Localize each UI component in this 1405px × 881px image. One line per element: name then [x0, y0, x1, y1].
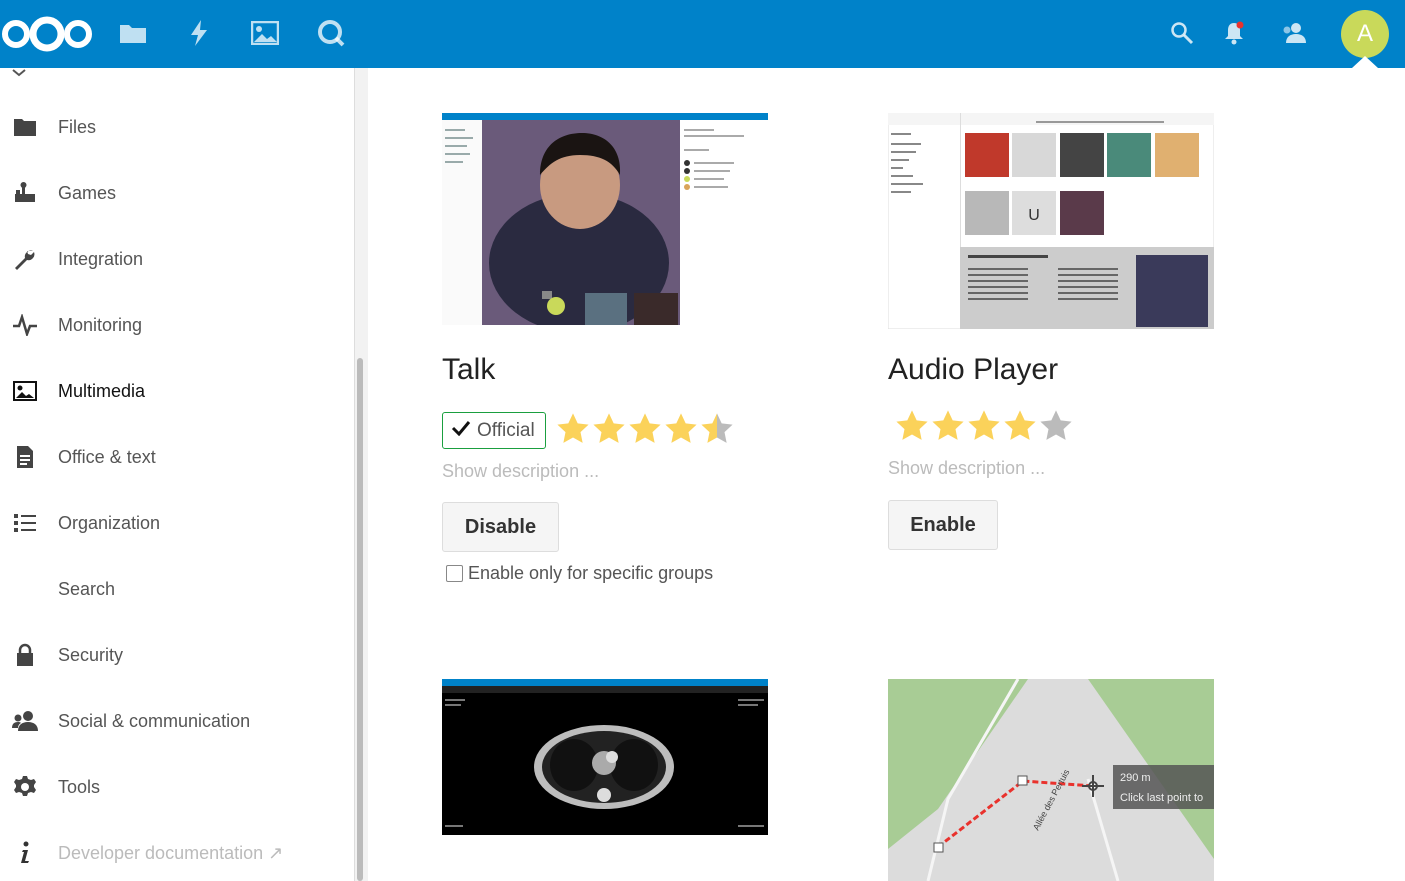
sidebar-item-label: Search — [58, 579, 116, 599]
star-icon — [557, 413, 589, 443]
sidebar-item-developer-documentation[interactable]: Developer documentation ↗ — [0, 820, 354, 881]
games-icon — [12, 181, 38, 205]
app-name-talk: Talk — [442, 353, 496, 386]
talk-rating — [555, 412, 735, 446]
sidebar-item-label: Office & text — [58, 447, 156, 467]
audio-player-rating — [894, 409, 1074, 443]
half-star-icon — [701, 413, 733, 443]
pulse-icon — [12, 313, 38, 337]
sidebar-item-games[interactable]: Games — [0, 160, 354, 226]
sidebar-item-label: Organization — [58, 513, 161, 533]
checkmark-icon — [451, 420, 477, 442]
app-categories-sidebar: Files Games Integration Monitoring Multi… — [0, 68, 354, 881]
enable-button[interactable]: Enable — [888, 500, 998, 550]
sidebar-item-label: Multimedia — [58, 381, 146, 401]
star-icon — [896, 410, 928, 440]
star-icon — [593, 413, 625, 443]
menu-caret — [1352, 56, 1378, 68]
disable-button[interactable]: Disable — [442, 502, 559, 552]
lock-icon — [12, 643, 38, 667]
talk-icon[interactable] — [315, 16, 347, 50]
sidebar-item-label: Monitoring — [58, 315, 143, 335]
sidebar-item-multimedia[interactable]: Multimedia — [0, 358, 354, 424]
files-icon[interactable] — [117, 16, 149, 50]
collapse-caret-icon — [12, 68, 26, 77]
sidebar-item-tools[interactable]: Tools — [0, 754, 354, 820]
list-icon — [12, 511, 38, 535]
notifications-icon[interactable] — [1218, 16, 1250, 50]
star-icon — [1004, 410, 1036, 440]
show-description-link[interactable]: Show description ... — [888, 458, 1045, 479]
image-icon — [12, 379, 38, 403]
empty-star-icon — [1040, 410, 1072, 440]
app-list: U Talk Official Show description ... Dis… — [368, 68, 1405, 881]
avatar-letter: A — [1356, 20, 1373, 47]
star-icon — [932, 410, 964, 440]
search-icon[interactable] — [1166, 16, 1198, 50]
info-icon — [12, 841, 38, 865]
document-icon — [12, 445, 38, 469]
sidebar-item-label: Security — [58, 645, 124, 665]
header-bar: A — [0, 0, 1405, 68]
sidebar-item-label: Games — [58, 183, 117, 203]
star-icon — [629, 413, 661, 443]
map-distance: 290 m — [1120, 772, 1151, 784]
official-badge: Official — [442, 412, 546, 449]
app-name-audio-player: Audio Player — [888, 353, 1059, 386]
sidebar-item-label: Files — [58, 117, 97, 137]
sidebar-item-social-communication[interactable]: Social & communication — [0, 688, 354, 754]
sidebar-item-label: Developer documentation ↗ — [58, 843, 284, 863]
dicom-viewer-screenshot — [442, 679, 768, 835]
checkbox-box[interactable] — [446, 565, 463, 582]
sidebar-item-search[interactable]: Search — [0, 556, 354, 622]
audio-player-screenshot: U — [888, 113, 1214, 329]
sidebar-item-integration[interactable]: Integration — [0, 226, 354, 292]
group-limit-label: Enable only for specific groups — [468, 563, 714, 583]
gear-icon — [12, 775, 38, 799]
show-description-link[interactable]: Show description ... — [442, 461, 599, 482]
talk-screenshot — [442, 113, 768, 325]
official-label: Official — [477, 419, 535, 441]
wrench-icon — [12, 247, 38, 271]
star-icon — [665, 413, 697, 443]
nextcloud-logo[interactable] — [0, 14, 94, 54]
folder-icon — [12, 115, 38, 139]
svg-text:U: U — [1028, 207, 1040, 224]
map-screenshot: 290 m Click last point to Allée des Pert… — [888, 679, 1214, 881]
sidebar-item-monitoring[interactable]: Monitoring — [0, 292, 354, 358]
people-icon — [12, 709, 38, 733]
activity-icon[interactable] — [183, 16, 215, 50]
star-icon — [968, 410, 1000, 440]
sidebar-scrollbar-thumb[interactable] — [357, 358, 363, 881]
group-limit-checkbox[interactable]: Enable only for specific groups — [446, 563, 713, 584]
sidebar-item-organization[interactable]: Organization — [0, 490, 354, 556]
gallery-icon[interactable] — [249, 16, 281, 50]
sidebar-item-security[interactable]: Security — [0, 622, 354, 688]
contacts-icon[interactable] — [1278, 16, 1310, 50]
map-hint: Click last point to — [1120, 792, 1203, 804]
sidebar-item-files[interactable]: Files — [0, 94, 354, 160]
sidebar-item-label: Social & communication — [58, 711, 251, 731]
sidebar-item-label: Tools — [58, 777, 101, 797]
sidebar-item-office-text[interactable]: Office & text — [0, 424, 354, 490]
sidebar-item-label: Integration — [58, 249, 144, 269]
avatar[interactable]: A — [1341, 10, 1389, 58]
